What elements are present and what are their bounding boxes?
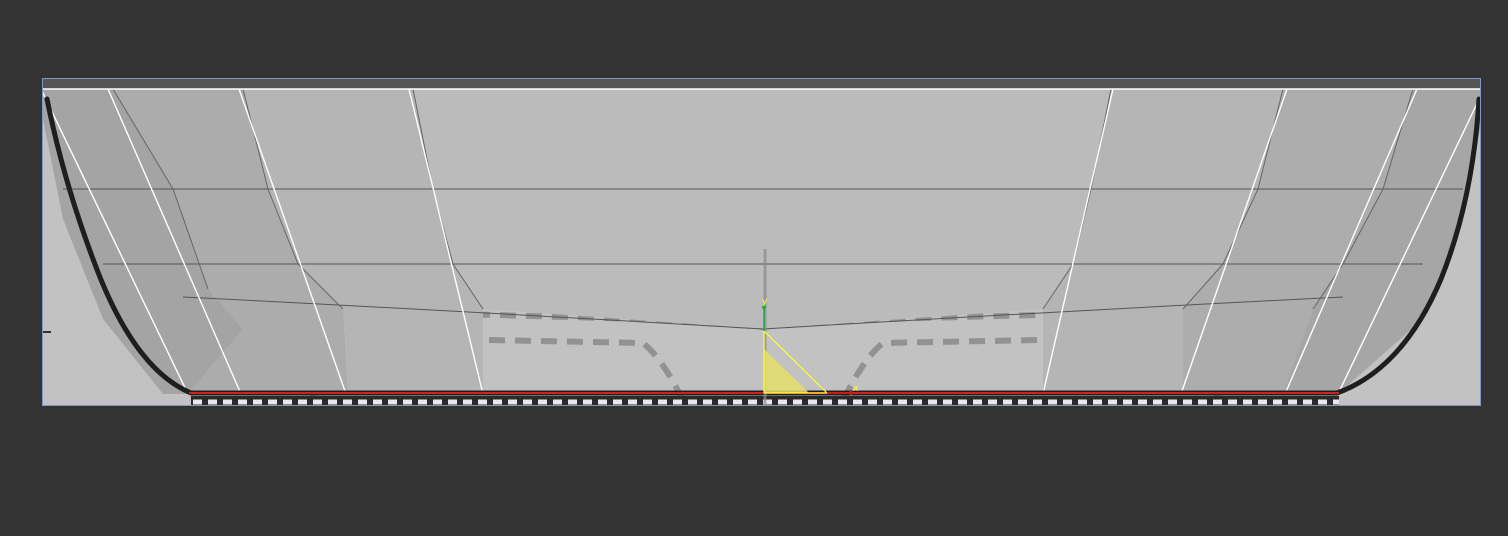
gizmo-x-label: x (853, 384, 859, 394)
front-viewport[interactable]: y x (42, 78, 1481, 406)
viewport-canvas[interactable]: y x (43, 79, 1481, 406)
top-band (43, 79, 1480, 89)
mesh-face-center (413, 89, 1111, 329)
gizmo-y-label: y (762, 297, 768, 307)
